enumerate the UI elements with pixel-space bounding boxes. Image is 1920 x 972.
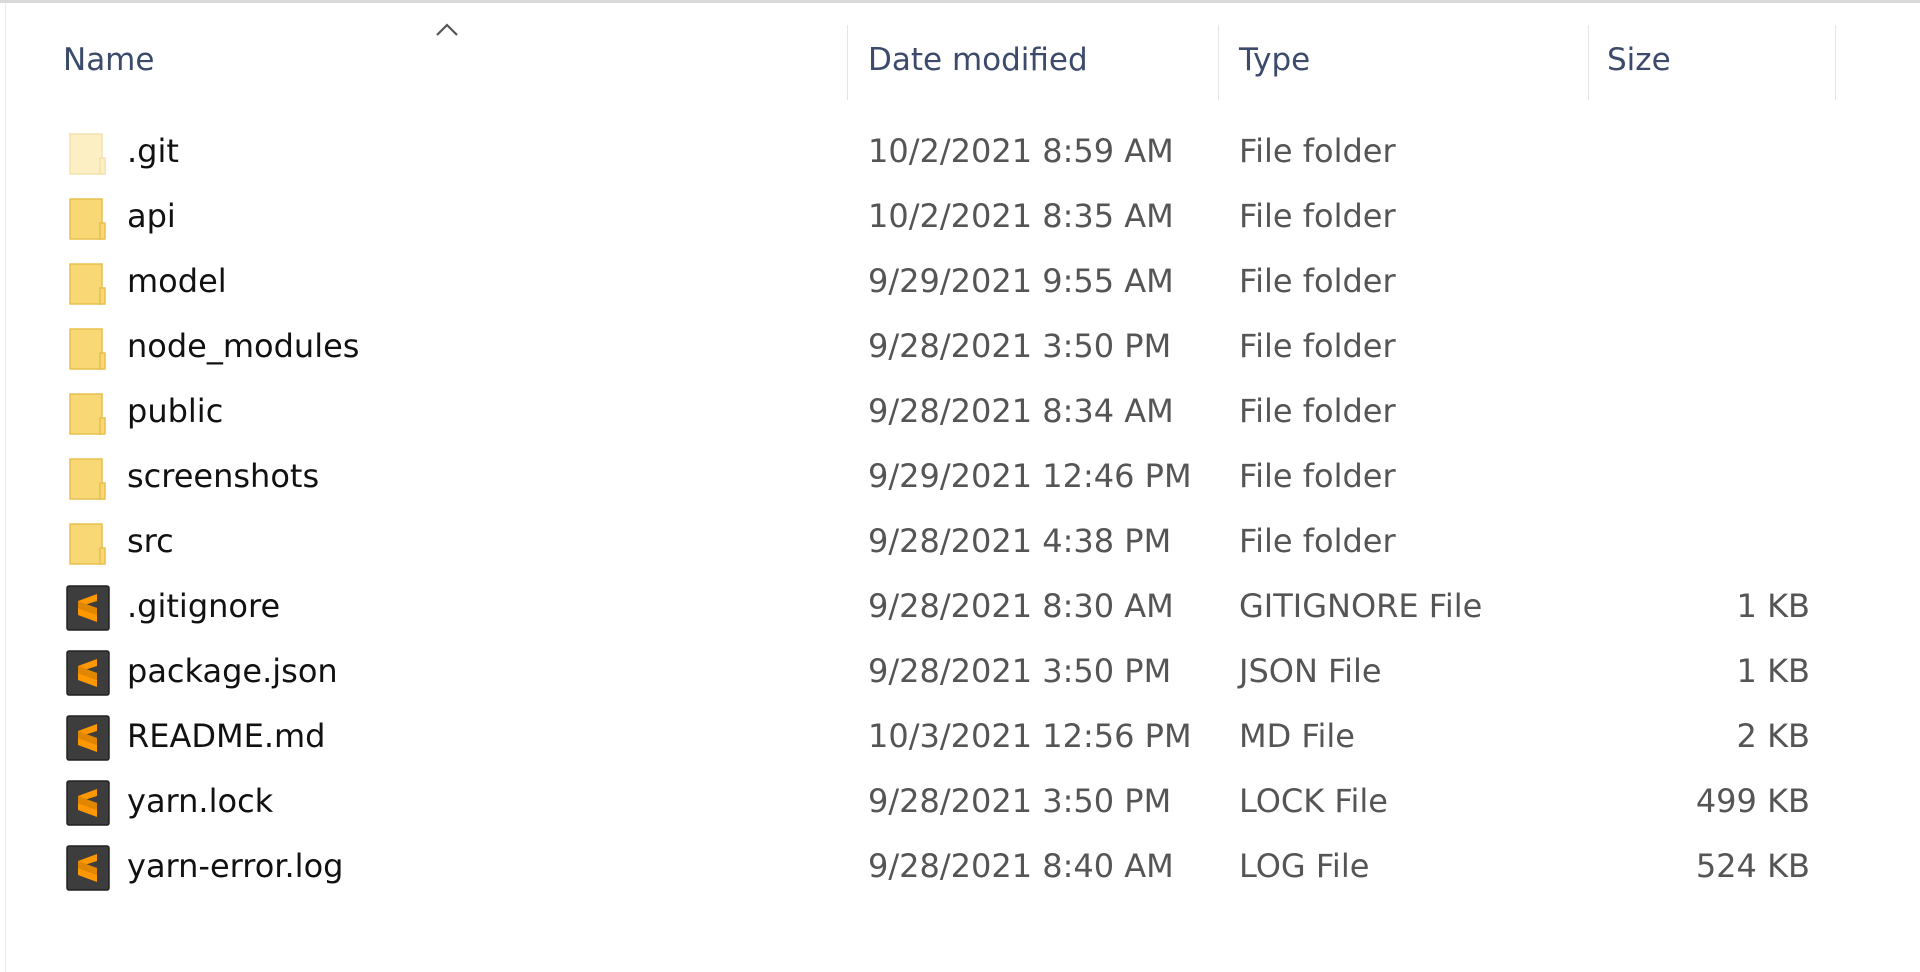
column-header-type[interactable]: Type — [1239, 42, 1310, 78]
file-date-modified: 9/28/2021 4:38 PM — [868, 522, 1172, 560]
file-name: node_modules — [127, 327, 360, 365]
file-date-modified: 9/28/2021 8:34 AM — [868, 392, 1174, 430]
file-name: .git — [127, 132, 179, 170]
column-header-size[interactable]: Size — [1607, 42, 1671, 78]
column-header: Name Date modified Type Size — [0, 20, 1840, 100]
file-name: .gitignore — [127, 587, 281, 625]
file-name: README.md — [127, 717, 326, 755]
file-type: MD File — [1239, 717, 1355, 755]
file-row[interactable]: .git 10/2/2021 8:59 AM File folder — [60, 122, 1820, 184]
file-date-modified: 10/2/2021 8:35 AM — [868, 197, 1174, 235]
file-date-modified: 10/3/2021 12:56 PM — [868, 717, 1192, 755]
file-type: GITIGNORE File — [1239, 587, 1483, 625]
file-type: File folder — [1239, 522, 1396, 560]
file-size: 524 KB — [1695, 847, 1810, 885]
folder-icon — [69, 523, 106, 565]
file-date-modified: 9/29/2021 9:55 AM — [868, 262, 1174, 300]
file-name: api — [127, 197, 176, 235]
folder-icon — [69, 328, 106, 370]
file-size: 1 KB — [1736, 652, 1810, 690]
file-name: yarn.lock — [127, 782, 274, 820]
column-divider[interactable] — [1588, 25, 1589, 100]
file-type: File folder — [1239, 327, 1396, 365]
file-row[interactable]: yarn.lock 9/28/2021 3:50 PM LOCK File 499 K… — [60, 772, 1820, 834]
column-divider[interactable] — [847, 25, 848, 100]
file-row[interactable]: package.json 9/28/2021 3:50 PM JSON File 1 … — [60, 642, 1820, 704]
file-name: src — [127, 522, 174, 560]
file-name: screenshots — [127, 457, 320, 495]
file-type: File folder — [1239, 197, 1396, 235]
column-divider[interactable] — [1835, 25, 1836, 100]
file-date-modified: 10/2/2021 8:59 AM — [868, 132, 1174, 170]
file-type: File folder — [1239, 457, 1396, 495]
file-row[interactable]: screenshots 9/29/2021 12:46 PM File folder — [60, 447, 1820, 509]
file-type: File folder — [1239, 392, 1396, 430]
file-row[interactable]: .gitignore 9/28/2021 8:30 AM GITIGNORE Fil… — [60, 577, 1820, 639]
folder-icon — [69, 458, 106, 500]
file-date-modified: 9/28/2021 3:50 PM — [868, 782, 1172, 820]
sublime-text-file-icon — [66, 715, 110, 761]
chevron-up-icon — [436, 23, 458, 36]
column-header-date[interactable]: Date modified — [868, 42, 1088, 78]
file-size: 2 KB — [1736, 717, 1810, 755]
file-type: LOG File — [1239, 847, 1370, 885]
file-type: File folder — [1239, 132, 1396, 170]
file-row[interactable]: api 10/2/2021 8:35 AM File folder — [60, 187, 1820, 249]
file-date-modified: 9/28/2021 3:50 PM — [868, 327, 1172, 365]
folder-icon — [69, 393, 106, 435]
folder-icon — [69, 263, 106, 305]
file-date-modified: 9/28/2021 8:40 AM — [868, 847, 1174, 885]
file-row[interactable]: yarn-error.log 9/28/2021 8:40 AM LOG File 5… — [60, 837, 1820, 899]
file-row[interactable]: src 9/28/2021 4:38 PM File folder — [60, 512, 1820, 574]
file-row[interactable]: README.md 10/3/2021 12:56 PM MD File 2 KB — [60, 707, 1820, 769]
file-date-modified: 9/28/2021 8:30 AM — [868, 587, 1174, 625]
file-name: yarn-error.log — [127, 847, 344, 885]
sublime-text-file-icon — [66, 845, 110, 891]
sublime-text-file-icon — [66, 650, 110, 696]
column-header-name[interactable]: Name — [63, 42, 154, 78]
file-row[interactable]: node_modules 9/28/2021 3:50 PM File folder — [60, 317, 1820, 379]
file-type: JSON File — [1239, 652, 1382, 690]
file-name: public — [127, 392, 224, 430]
sublime-text-file-icon — [66, 780, 110, 826]
window-top-border — [0, 0, 1920, 3]
file-name: model — [127, 262, 227, 300]
file-row[interactable]: public 9/28/2021 8:34 AM File folder — [60, 382, 1820, 444]
file-row[interactable]: model 9/29/2021 9:55 AM File folder — [60, 252, 1820, 314]
file-size: 499 KB — [1695, 782, 1810, 820]
file-date-modified: 9/29/2021 12:46 PM — [868, 457, 1192, 495]
folder-icon — [69, 198, 106, 240]
file-size: 1 KB — [1736, 587, 1810, 625]
file-date-modified: 9/28/2021 3:50 PM — [868, 652, 1172, 690]
file-name: package.json — [127, 652, 338, 690]
file-type: LOCK File — [1239, 782, 1388, 820]
sublime-text-file-icon — [66, 585, 110, 631]
hidden-folder-icon — [69, 133, 106, 175]
pane-left-border — [5, 3, 6, 972]
file-type: File folder — [1239, 262, 1396, 300]
column-divider[interactable] — [1218, 25, 1219, 100]
